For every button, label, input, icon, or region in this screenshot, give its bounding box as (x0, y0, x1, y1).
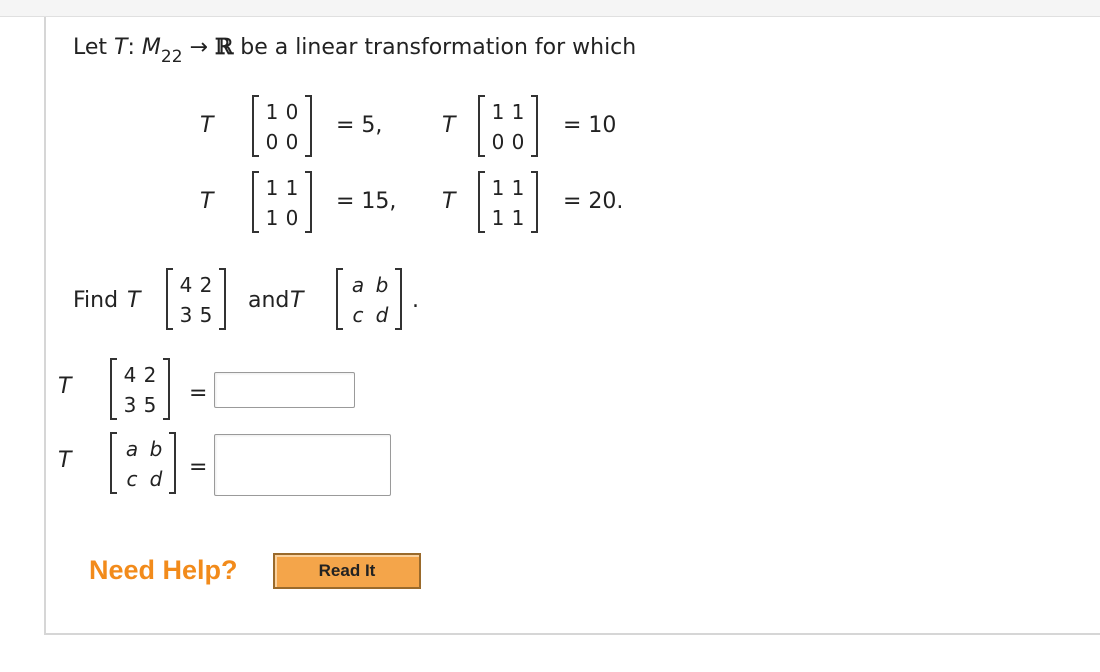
matrix-given-3: 1 1 1 0 (252, 171, 312, 233)
matrix-cell: 1 (285, 176, 299, 200)
read-it-button[interactable]: Read It (273, 553, 421, 589)
matrix-cell: 4 (179, 273, 193, 297)
answer-input-1[interactable] (214, 372, 355, 408)
matrix-cell: d (375, 303, 389, 327)
matrix-given-4: 1 1 1 1 (478, 171, 538, 233)
T-symbol: T (58, 448, 72, 473)
matrix-cell: 1 (511, 176, 525, 200)
T-symbol: T (442, 113, 456, 138)
top-separator (0, 0, 1100, 17)
matrix-cell: 2 (143, 363, 157, 387)
result-given-2: = 10 (563, 113, 617, 138)
matrix-cell: 1 (511, 100, 525, 124)
matrix-cell: 0 (285, 100, 299, 124)
matrix-cell: 1 (265, 176, 279, 200)
result-given-4: = 20. (563, 189, 624, 214)
answer-input-2[interactable] (214, 434, 391, 496)
T-symbol: T (442, 189, 456, 214)
arrow-symbol: → (182, 35, 215, 60)
answer-matrix-1: 4 2 3 5 (110, 358, 170, 420)
matrix-given-2: 1 1 0 0 (478, 95, 538, 157)
matrix-cell: 0 (511, 130, 525, 154)
T-symbol: T (290, 288, 304, 313)
matrix-cell: 4 (123, 363, 137, 387)
and-label: and (248, 288, 290, 313)
matrix-given-1: 1 0 0 0 (252, 95, 312, 157)
intro-M: M (141, 35, 161, 60)
period: . (412, 288, 419, 313)
matrix-cell: d (149, 467, 163, 491)
intro-T: T (114, 35, 128, 60)
matrix-cell: c (126, 467, 138, 491)
matrix-cell: 1 (491, 206, 505, 230)
find-label: Find (73, 288, 119, 313)
matrix-cell: 2 (199, 273, 213, 297)
T-symbol: T (58, 374, 72, 399)
matrix-cell: 1 (265, 100, 279, 124)
matrix-cell: a (351, 273, 365, 297)
matrix-cell: c (352, 303, 364, 327)
matrix-cell: 0 (285, 206, 299, 230)
matrix-cell: 3 (123, 393, 137, 417)
matrix-cell: 5 (199, 303, 213, 327)
matrix-cell: 1 (265, 206, 279, 230)
matrix-cell: 5 (143, 393, 157, 417)
equals-sign: = (189, 455, 208, 480)
matrix-cell: 0 (285, 130, 299, 154)
matrix-cell: 1 (491, 176, 505, 200)
equals-sign: = (189, 381, 208, 406)
matrix-cell: b (149, 437, 163, 461)
matrix-cell: 1 (491, 100, 505, 124)
matrix-cell: 1 (511, 206, 525, 230)
intro-subscript: 22 (160, 47, 183, 67)
answer-matrix-2: a b c d (110, 432, 176, 494)
matrix-cell: 0 (491, 130, 505, 154)
T-symbol: T (200, 113, 214, 138)
matrix-cell: a (125, 437, 139, 461)
matrix-cell: 3 (179, 303, 193, 327)
intro-text: Let (73, 35, 115, 60)
intro-rest: be a linear transformation for which (233, 35, 637, 60)
need-help-label: Need Help? (89, 555, 238, 585)
reals-symbol: ℝ (214, 34, 234, 60)
T-symbol: T (127, 288, 141, 313)
find-matrix-1: 4 2 3 5 (166, 268, 226, 330)
intro-colon: : (127, 35, 142, 60)
problem-intro: Let T: M22 → ℝ be a linear transformatio… (73, 34, 637, 67)
result-given-1: = 5, (336, 113, 383, 138)
matrix-cell: 0 (265, 130, 279, 154)
result-given-3: = 15, (336, 189, 397, 214)
T-symbol: T (200, 189, 214, 214)
matrix-cell: b (375, 273, 389, 297)
find-matrix-2: a b c d (336, 268, 402, 330)
